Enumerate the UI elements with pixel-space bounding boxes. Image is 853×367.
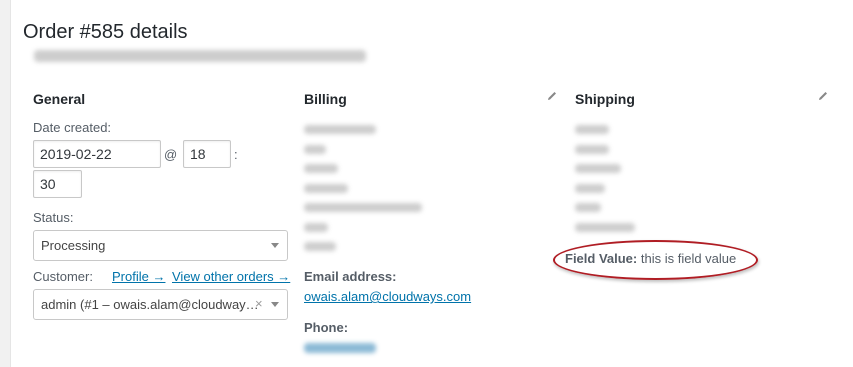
email-address-label: Email address: [304,269,397,284]
billing-email-link[interactable]: owais.alam@cloudways.com [304,289,471,304]
billing-heading: Billing [304,91,347,107]
date-created-label: Date created: [33,120,112,135]
address-line [575,222,635,232]
address-line [304,125,376,134]
date-input[interactable]: 2019-02-22 [33,140,161,168]
highlight-ellipse [553,240,758,280]
status-select[interactable]: Processing [33,230,288,261]
address-line [304,164,338,173]
caret-down-icon [271,243,279,248]
shipping-heading: Shipping [575,91,635,107]
pencil-icon[interactable] [546,90,558,102]
phone-label: Phone: [304,320,349,335]
status-label: Status: [33,210,74,225]
customer-profile-link[interactable]: Profile → [112,269,165,284]
order-subtitle [34,50,366,62]
customer-select[interactable]: admin (#1 – owais.alam@cloudway… × [33,289,288,320]
time-colon: : [234,147,238,162]
general-heading: General [33,91,86,107]
at-separator: @ [164,147,178,162]
address-line [304,242,336,251]
caret-down-icon [271,302,279,307]
customer-selected-value: admin (#1 – owais.alam@cloudway… [41,297,259,312]
billing-phone-link[interactable] [304,343,376,353]
address-line [304,183,348,193]
page-title: Order #585 details [23,21,188,43]
hour-input[interactable]: 18 [183,140,231,168]
address-line [304,144,326,154]
address-line [575,125,609,134]
minute-input[interactable]: 30 [33,170,82,198]
customer-label: Customer: [33,269,93,284]
status-selected-value: Processing [41,238,106,253]
address-line [304,222,328,232]
pencil-icon[interactable] [817,90,829,102]
address-line [575,164,621,173]
clear-customer-icon[interactable]: × [255,297,263,311]
address-line [575,183,605,193]
address-line [575,144,609,154]
address-line [304,203,422,212]
address-line [575,203,601,212]
view-other-orders-link[interactable]: View other orders → [172,269,290,284]
